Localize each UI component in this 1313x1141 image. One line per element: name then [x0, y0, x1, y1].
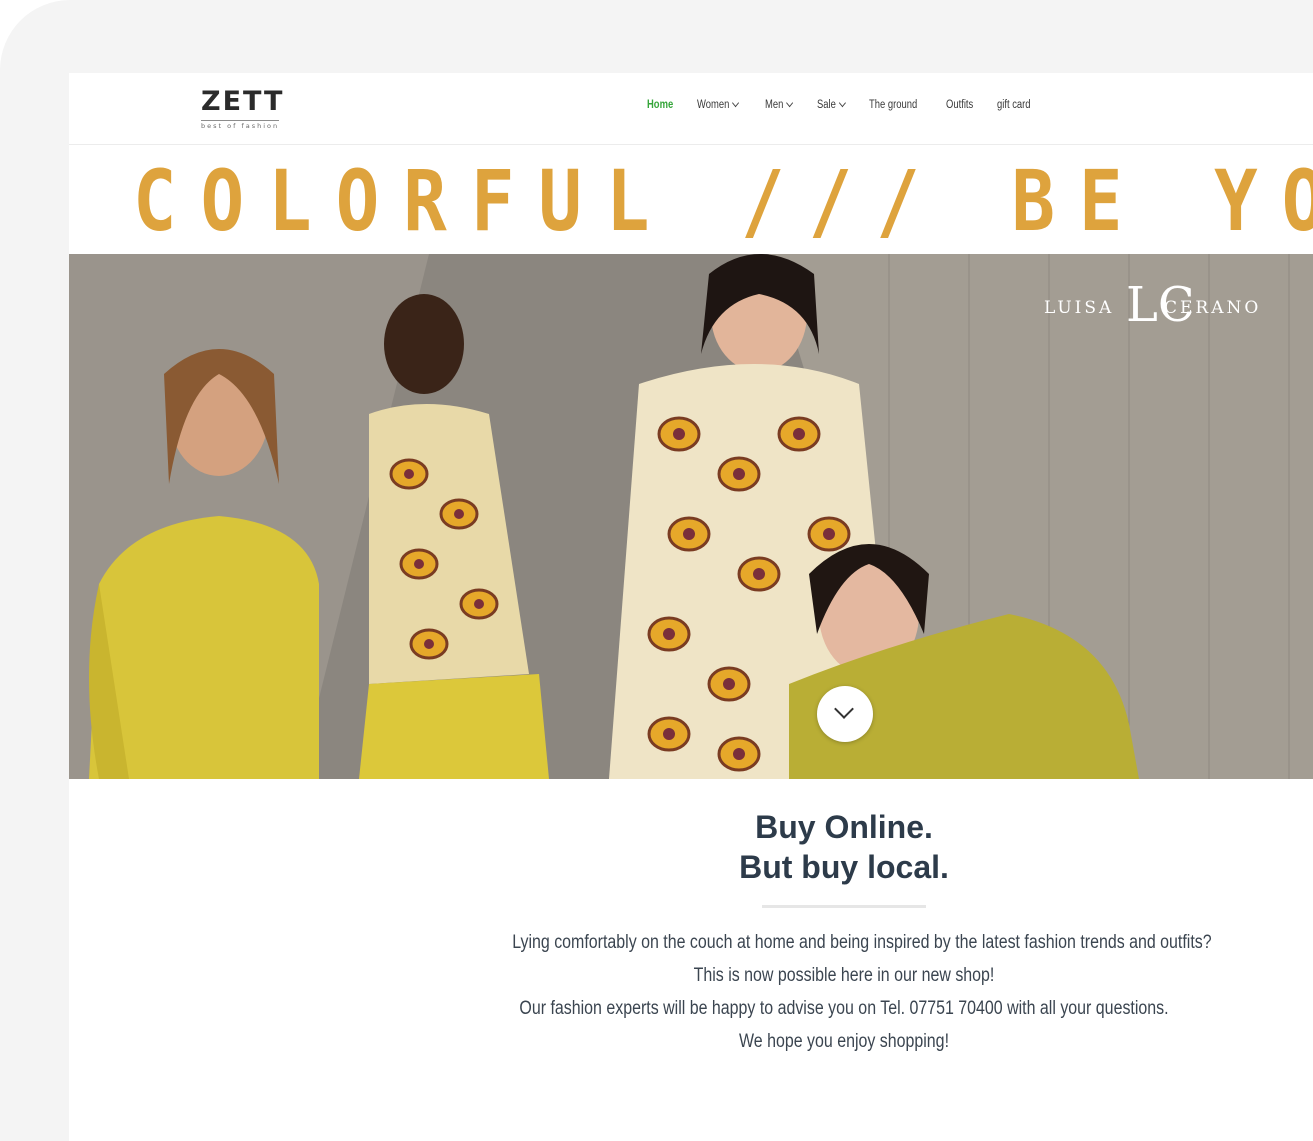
intro-paragraph: This is now possible here in our new sho… [693, 965, 995, 986]
intro-title: Buy Online. But buy local. [449, 807, 1239, 887]
nav-item-women[interactable]: Women [696, 98, 740, 111]
nav-item-the-ground[interactable]: The ground [869, 99, 917, 111]
browser-viewport: ZETT best of fashion Home Women Men Sale [69, 73, 1313, 1141]
intro-paragraph: Lying comfortably on the couch at home a… [512, 932, 1212, 953]
nav-item-sale[interactable]: Sale [816, 98, 846, 111]
nav-item-men[interactable]: Men [765, 98, 794, 111]
site-header: ZETT best of fashion Home Women Men Sale [69, 73, 1313, 145]
nav-label: Outfits [945, 99, 973, 111]
logo-divider [201, 120, 279, 121]
nav-label: Men [765, 99, 784, 111]
nav-label: Home [647, 99, 674, 111]
intro-title-line2: But buy local. [739, 849, 949, 885]
nav-label: Women [696, 99, 730, 111]
nav-label: gift card [996, 99, 1031, 111]
chevron-down-icon [732, 98, 740, 108]
scroll-down-button[interactable] [817, 686, 873, 742]
device-frame: ZETT best of fashion Home Women Men Sale [0, 0, 1313, 1141]
intro-title-line1: Buy Online. [755, 809, 933, 845]
nav-label: Sale [816, 99, 836, 111]
section-divider [762, 905, 926, 908]
nav-item-home[interactable]: Home [647, 99, 673, 111]
intro-section: Buy Online. But buy local. Lying comfort… [449, 807, 1239, 1058]
site-logo[interactable]: ZETT best of fashion [201, 86, 285, 130]
logo-tagline: best of fashion [201, 122, 280, 130]
brand-name-left: LUISA [1044, 298, 1115, 318]
logo-word: ZETT [201, 86, 285, 117]
chevron-down-icon [838, 98, 846, 108]
nav-item-gift-card[interactable]: gift card [997, 99, 1031, 111]
chevron-down-icon [834, 699, 854, 719]
intro-paragraph: We hope you enjoy shopping! [739, 1031, 949, 1052]
chevron-down-icon [786, 98, 794, 108]
brand-name-right: CERANO [1164, 298, 1262, 318]
brand-logo-luisa-cerano: LUISA LC CERANO [1044, 280, 1294, 334]
intro-paragraph: Our fashion experts will be happy to adv… [519, 998, 1169, 1019]
nav-label: The ground [868, 99, 918, 111]
hero-image: LUISA LC CERANO [69, 254, 1313, 779]
nav-item-outfits[interactable]: Outfits [946, 99, 973, 111]
banner-headline: COLORFUL /// BE YOU /// [133, 152, 1313, 250]
main-navigation: Home Women Men Sale The ground Outfits g… [647, 98, 1056, 111]
